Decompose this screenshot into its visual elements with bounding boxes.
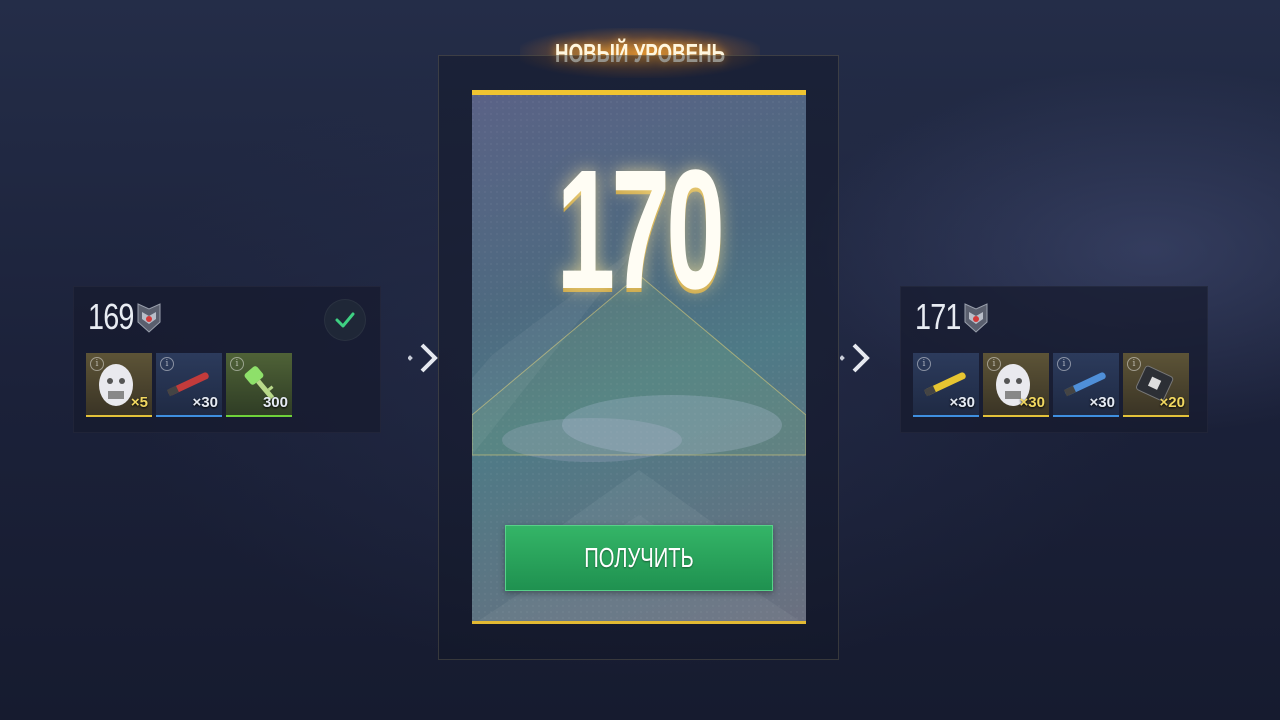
level-number: 170 [556, 135, 725, 325]
reward-quantity: ×5 [130, 394, 148, 411]
rank-badge-icon [964, 303, 988, 333]
next-level-header: 171 [915, 296, 989, 337]
reward-item[interactable]: i ×30 [913, 353, 979, 417]
chevron-right-icon [840, 343, 870, 373]
info-icon[interactable]: i [230, 357, 244, 371]
reward-item[interactable]: i ×30 [156, 353, 222, 417]
reward-item[interactable]: i ×30 [1053, 353, 1119, 417]
reward-item[interactable]: i ×5 [86, 353, 152, 417]
reward-item[interactable]: i ×30 [983, 353, 1049, 417]
info-icon[interactable]: i [1057, 357, 1071, 371]
reward-quantity: ×30 [949, 394, 975, 411]
info-icon[interactable]: i [90, 357, 104, 371]
next-level-number: 171 [915, 296, 961, 337]
info-icon[interactable]: i [160, 357, 174, 371]
previous-level-panel: 169 i ×5 i ×30 i 300 [73, 286, 381, 433]
info-icon[interactable]: i [1127, 357, 1141, 371]
reward-quantity: ×30 [1089, 394, 1115, 411]
previous-level-header: 169 [88, 296, 162, 337]
claimed-check-icon [324, 299, 366, 341]
level-card: 170 ПОЛУЧИТЬ [472, 90, 806, 624]
rank-badge-icon [137, 303, 161, 333]
reward-quantity: ×30 [1019, 394, 1045, 411]
previous-level-number: 169 [88, 296, 134, 337]
previous-level-rewards: i ×5 i ×30 i 300 [86, 353, 292, 417]
chevron-right-icon [408, 343, 438, 373]
reward-item[interactable]: i 300 [226, 353, 292, 417]
info-icon[interactable]: i [987, 357, 1001, 371]
next-level-panel: 171 i ×30 i ×30 i ×30 i ×20 [900, 286, 1208, 433]
next-level-rewards: i ×30 i ×30 i ×30 i ×20 [913, 353, 1189, 417]
reward-item[interactable]: i ×20 [1123, 353, 1189, 417]
reward-quantity: ×30 [192, 394, 218, 411]
reward-quantity: ×20 [1159, 394, 1185, 411]
info-icon[interactable]: i [917, 357, 931, 371]
claim-button[interactable]: ПОЛУЧИТЬ [505, 525, 773, 591]
reward-quantity: 300 [262, 394, 288, 411]
